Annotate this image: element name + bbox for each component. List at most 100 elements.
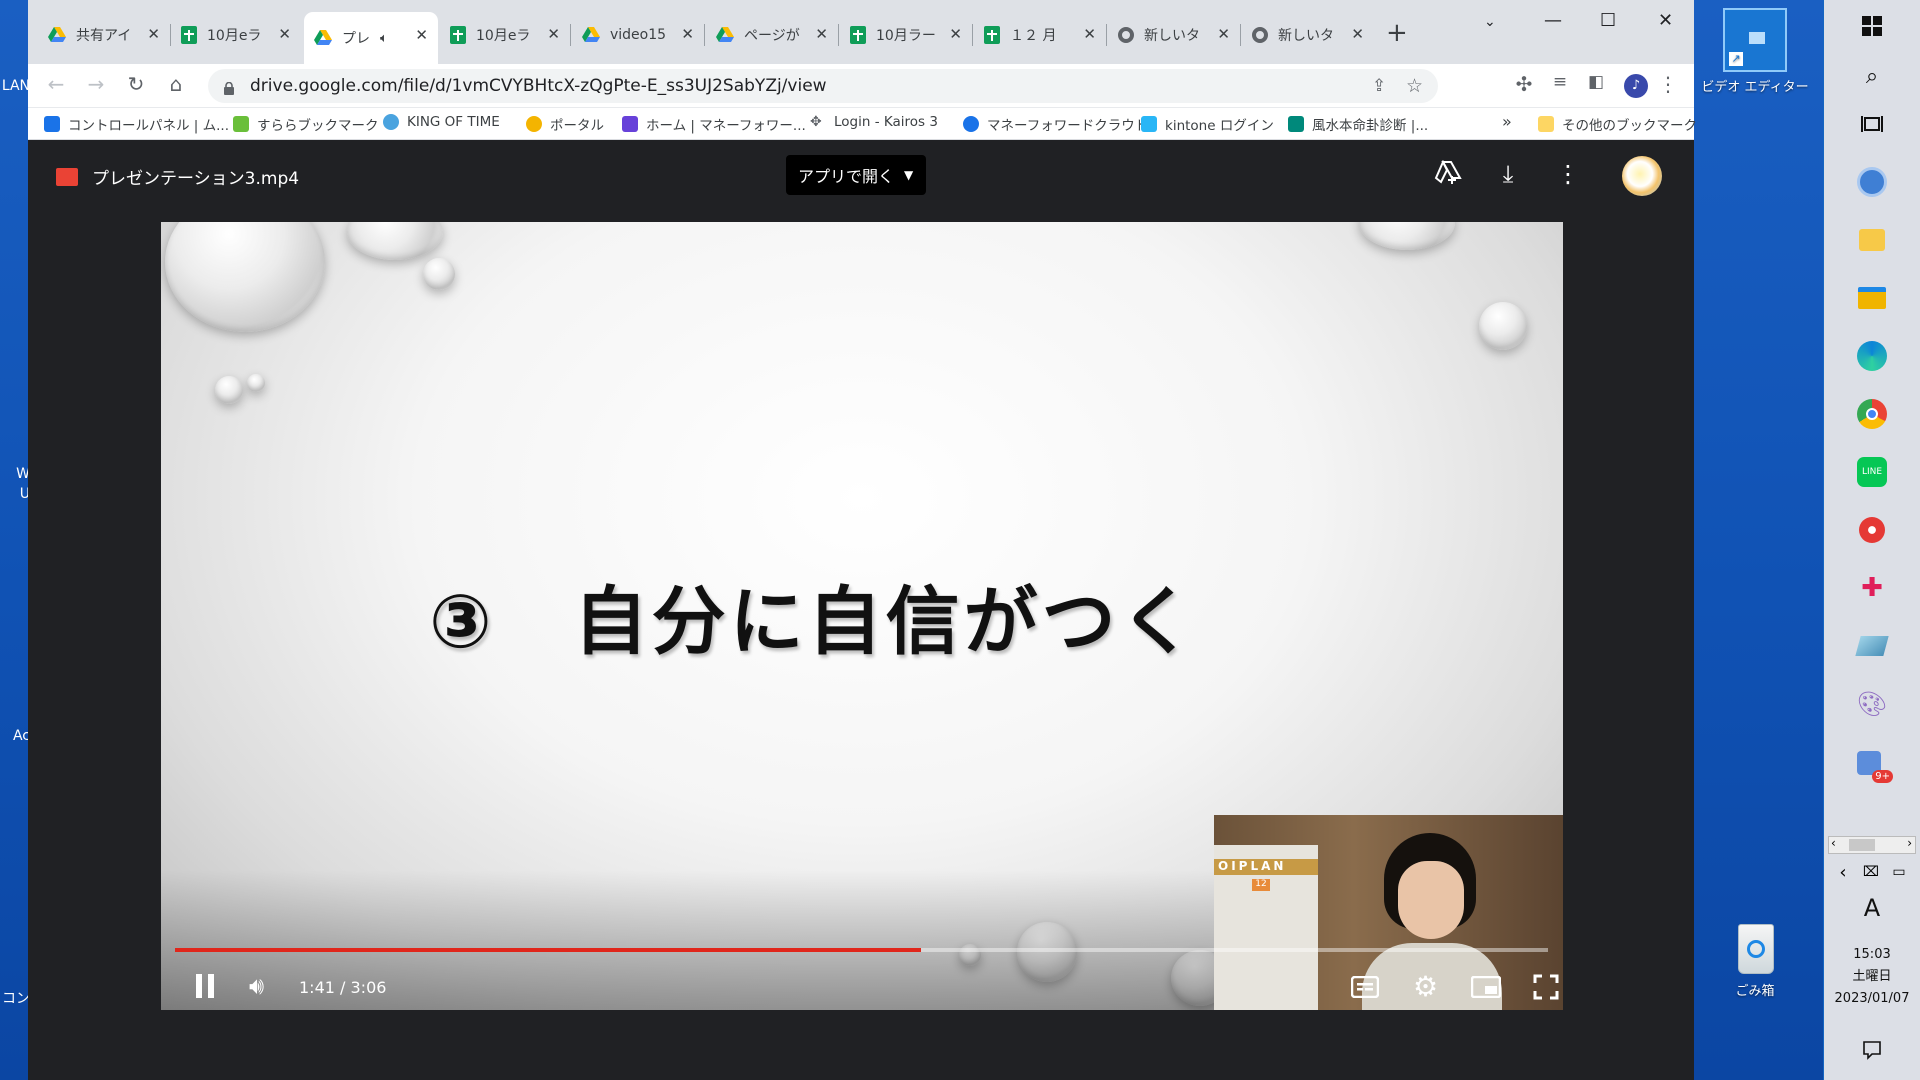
bookmark-9[interactable]: 風水本命卦診断 |... [1288, 114, 1428, 134]
tab-5[interactable]: video15 ✕ [572, 16, 704, 54]
close-icon[interactable]: ✕ [949, 25, 962, 43]
file-explorer-icon[interactable] [1852, 278, 1892, 318]
bookmark-1[interactable]: コントロールパネル | ム... [44, 114, 229, 134]
bookmark-3[interactable]: KING OF TIME [383, 114, 500, 130]
volume-icon[interactable]: 🔊︎ [249, 972, 264, 1000]
water-drop-decoration [247, 374, 265, 392]
chrome-icon [1252, 27, 1268, 43]
bookmark-6[interactable]: ✥ Login - Kairos 3 [810, 114, 938, 130]
edge-icon[interactable] [1852, 336, 1892, 376]
tab-3-active[interactable]: プレ 🔈︎ ✕ [304, 12, 438, 64]
video-editor-shortcut[interactable]: ↗ ビデオ エディター [1700, 8, 1810, 95]
tab-search-icon[interactable]: ⌄ [1484, 14, 1496, 30]
close-window-button[interactable]: ✕ [1658, 10, 1673, 31]
slide-title: ③ 自分に自信がつく [429, 579, 1198, 665]
bookmark-label: KING OF TIME [407, 114, 500, 130]
bookmarks-overflow-button[interactable]: » [1502, 112, 1512, 131]
recycle-bin[interactable]: ごみ箱 [1700, 918, 1810, 999]
close-icon[interactable]: ✕ [681, 25, 694, 43]
more-actions-icon[interactable]: ⋮ [1552, 160, 1584, 188]
paint-icon[interactable]: 🎨︎ [1852, 684, 1892, 724]
app-book-icon[interactable] [1852, 626, 1892, 666]
tab-10[interactable]: 新しいタ ✕ [1242, 16, 1374, 54]
close-icon[interactable]: ✕ [278, 25, 291, 43]
close-icon[interactable]: ✕ [1083, 25, 1096, 43]
app-flower-icon[interactable] [1852, 510, 1892, 550]
slack-icon[interactable]: ✚ [1852, 568, 1892, 608]
sheets-icon [984, 26, 1000, 44]
action-center-icon[interactable] [1852, 1030, 1892, 1070]
share-icon[interactable]: ⇪ [1372, 76, 1386, 96]
tab-1[interactable]: 共有アイ ✕ [38, 16, 170, 54]
video-player[interactable]: ③ 自分に自信がつく OIPLAN 12 🔊︎ 1:41 / 3:06 ⚙ [161, 222, 1563, 1010]
close-icon[interactable]: ✕ [147, 25, 160, 43]
sheets-icon [181, 26, 197, 44]
scroll-right-icon[interactable]: › [1907, 836, 1912, 850]
tab-8[interactable]: １２ 月 ✕ [974, 16, 1106, 54]
tab-7[interactable]: 10月ラー ✕ [840, 16, 972, 54]
bookmark-2[interactable]: すららブックマーク [233, 114, 379, 134]
task-view-icon[interactable] [1852, 104, 1892, 144]
app-globe-icon[interactable] [1852, 162, 1892, 202]
new-tab-button[interactable]: + [1386, 18, 1408, 48]
forward-button[interactable]: → [82, 72, 110, 96]
bookmark-favicon-icon [526, 116, 542, 132]
close-icon[interactable]: ✕ [1351, 25, 1364, 43]
side-panel-icon[interactable]: ◧ [1582, 72, 1610, 92]
address-bar[interactable]: drive.google.com/file/d/1vmCVYBHtcX-zQgP… [208, 69, 1438, 103]
extensions-icon[interactable]: ✣ [1510, 72, 1538, 96]
clock-time[interactable]: 15:03 [1824, 944, 1920, 966]
chrome-icon[interactable] [1852, 394, 1892, 434]
add-shortcut-to-drive-icon[interactable] [1432, 159, 1464, 192]
profile-avatar[interactable]: ♪ [1624, 74, 1648, 98]
menu-icon[interactable]: ⋮ [1654, 72, 1682, 96]
open-with-app-button[interactable]: アプリで開く ▼ [786, 155, 926, 195]
onedrive-folder-icon[interactable] [1852, 220, 1892, 260]
scroll-left-icon[interactable]: ‹ [1831, 836, 1836, 850]
close-icon[interactable]: ✕ [415, 26, 428, 44]
settings-gear-icon[interactable]: ⚙ [1413, 970, 1438, 1003]
search-icon[interactable]: ⌕ [1852, 56, 1892, 96]
home-button[interactable]: ⌂ [162, 72, 190, 96]
minimize-button[interactable]: — [1544, 10, 1562, 31]
close-icon[interactable]: ✕ [547, 25, 560, 43]
bookmark-5[interactable]: ホーム | マネーフォワー... [622, 114, 806, 134]
bookmark-7[interactable]: マネーフォワードクラウド [963, 114, 1148, 134]
bookmark-8[interactable]: kintone ログイン [1141, 114, 1274, 134]
fullscreen-icon[interactable] [1533, 974, 1559, 1004]
water-drop-decoration [1479, 302, 1527, 350]
media-control-icon[interactable]: ≡ [1546, 72, 1574, 92]
reload-button[interactable]: ↻ [122, 72, 150, 96]
windows-start-icon[interactable] [1852, 6, 1892, 46]
clock-weekday[interactable]: 土曜日 [1824, 966, 1920, 988]
other-bookmarks[interactable]: その他のブックマーク [1538, 114, 1697, 134]
network-icon[interactable]: ⌧ [1856, 852, 1886, 892]
scroll-thumb[interactable] [1849, 839, 1875, 851]
pause-button[interactable] [195, 974, 215, 998]
tab-6[interactable]: ページが ✕ [706, 16, 838, 54]
captions-icon[interactable] [1350, 975, 1380, 1002]
download-icon[interactable]: ⤓ [1492, 160, 1524, 188]
ime-indicator[interactable]: A [1852, 888, 1892, 928]
speaker-icon[interactable]: 🔈︎ [380, 31, 388, 46]
chevron-left-icon[interactable]: ‹ [1828, 852, 1858, 892]
tab-9[interactable]: 新しいタ ✕ [1108, 16, 1240, 54]
close-icon[interactable]: ✕ [815, 25, 828, 43]
presenter-face [1398, 861, 1464, 939]
notification-badge: 9+ [1872, 770, 1893, 783]
account-avatar[interactable] [1622, 156, 1662, 196]
tab-2[interactable]: 10月eラ ✕ [171, 16, 301, 54]
miniplayer-icon[interactable] [1470, 975, 1502, 1002]
video-progress-bar[interactable] [175, 948, 1548, 952]
bookmark-4[interactable]: ポータル [526, 114, 604, 134]
battery-icon[interactable]: ▭ [1884, 852, 1914, 892]
close-icon[interactable]: ✕ [1217, 25, 1230, 43]
bookmark-star-icon[interactable]: ☆ [1406, 75, 1423, 97]
line-icon[interactable]: LINE [1852, 452, 1892, 492]
tab-4[interactable]: 10月eラ ✕ [440, 16, 570, 54]
clock-date[interactable]: 2023/01/07 [1824, 988, 1920, 1010]
maximize-button[interactable]: ☐ [1600, 10, 1616, 31]
back-button[interactable]: ← [42, 72, 70, 96]
tab-separator [1106, 24, 1107, 46]
app-notify-icon[interactable]: 9+ [1852, 746, 1893, 786]
